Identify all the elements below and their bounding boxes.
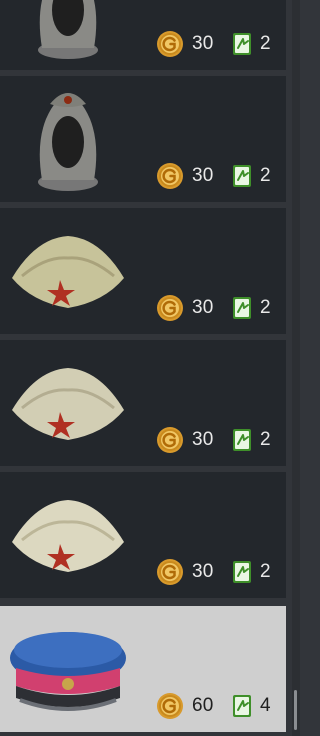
scrollbar-thumb[interactable]	[294, 690, 297, 730]
price-row: 60 4	[156, 692, 272, 720]
card-count: 2	[260, 429, 271, 450]
item-card[interactable]: 30 2	[0, 208, 286, 334]
item-image-balaclava	[6, 84, 130, 196]
card-count: 2	[260, 165, 271, 186]
gold-coin-icon	[157, 427, 183, 453]
item-card[interactable]: 30 2	[0, 340, 286, 466]
card-count: 2	[260, 561, 271, 582]
price-amount: 30	[192, 297, 214, 318]
gold-coin-icon	[157, 295, 183, 321]
gold-coin-icon	[157, 693, 183, 719]
gold-coin-icon	[157, 31, 183, 57]
green-card-icon	[233, 561, 251, 583]
price-row: 30 2	[156, 162, 272, 190]
green-card-icon	[233, 695, 251, 717]
price-row: 30 2	[156, 30, 272, 58]
price-amount: 30	[192, 561, 214, 582]
vertical-scrollbar[interactable]	[292, 0, 300, 736]
item-card-selected[interactable]: 60 4	[0, 606, 286, 732]
gold-coin-icon	[157, 559, 183, 585]
item-list: 30 2 30 2 30 2 30 2 30 2 60 4	[0, 0, 287, 736]
green-card-icon	[233, 33, 251, 55]
green-card-icon	[233, 429, 251, 451]
item-image-side-cap	[6, 480, 130, 592]
item-card[interactable]: 30 2	[0, 76, 286, 202]
card-count: 2	[260, 33, 271, 54]
item-image-side-cap	[6, 216, 130, 328]
price-amount: 30	[192, 429, 214, 450]
price-row: 30 2	[156, 558, 272, 586]
price-amount: 60	[192, 695, 214, 716]
gold-coin-icon	[157, 163, 183, 189]
item-image-side-cap	[6, 348, 130, 460]
green-card-icon	[233, 297, 251, 319]
price-amount: 30	[192, 165, 214, 186]
item-card[interactable]: 30 2	[0, 472, 286, 598]
item-image-balaclava	[6, 0, 130, 64]
card-count: 2	[260, 297, 271, 318]
price-row: 30 2	[156, 294, 272, 322]
card-count: 4	[260, 695, 271, 716]
item-image-peaked-cap	[6, 614, 130, 726]
item-card[interactable]: 30 2	[0, 0, 286, 70]
price-amount: 30	[192, 33, 214, 54]
price-row: 30 2	[156, 426, 272, 454]
green-card-icon	[233, 165, 251, 187]
